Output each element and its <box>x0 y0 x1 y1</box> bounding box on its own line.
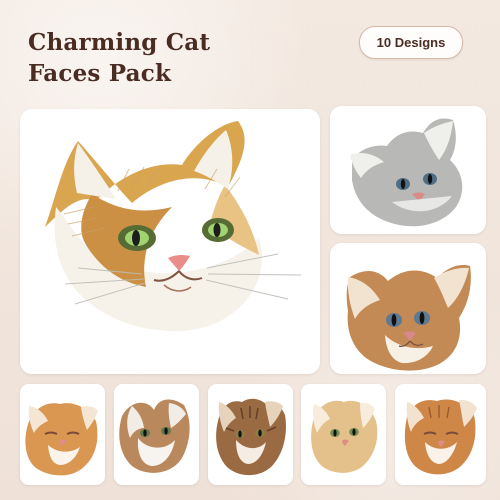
striped-tabby-cat-image <box>208 384 293 485</box>
fluffy-kitten-image <box>330 243 486 374</box>
grey-kitten-image <box>330 106 486 234</box>
design-card-fluffy-kitten <box>330 243 486 374</box>
smiling-ginger-cat-image <box>395 384 486 485</box>
cream-kitten-image <box>301 384 386 485</box>
sleepy-ginger-cat-image <box>20 384 105 485</box>
design-card-smiling-ginger <box>395 384 486 485</box>
page-title: Charming Cat Faces Pack <box>28 29 211 87</box>
designs-badge: 10 Designs <box>359 26 463 59</box>
design-card-tabby-white <box>114 384 199 485</box>
featured-cat-image <box>20 109 320 374</box>
design-card-striped-tabby <box>208 384 293 485</box>
tabby-white-cat-image <box>114 384 199 485</box>
design-card-sleepy-ginger <box>20 384 105 485</box>
featured-design-card <box>20 109 320 374</box>
design-card-cream-kitten <box>301 384 386 485</box>
design-card-grey-kitten <box>330 106 486 234</box>
